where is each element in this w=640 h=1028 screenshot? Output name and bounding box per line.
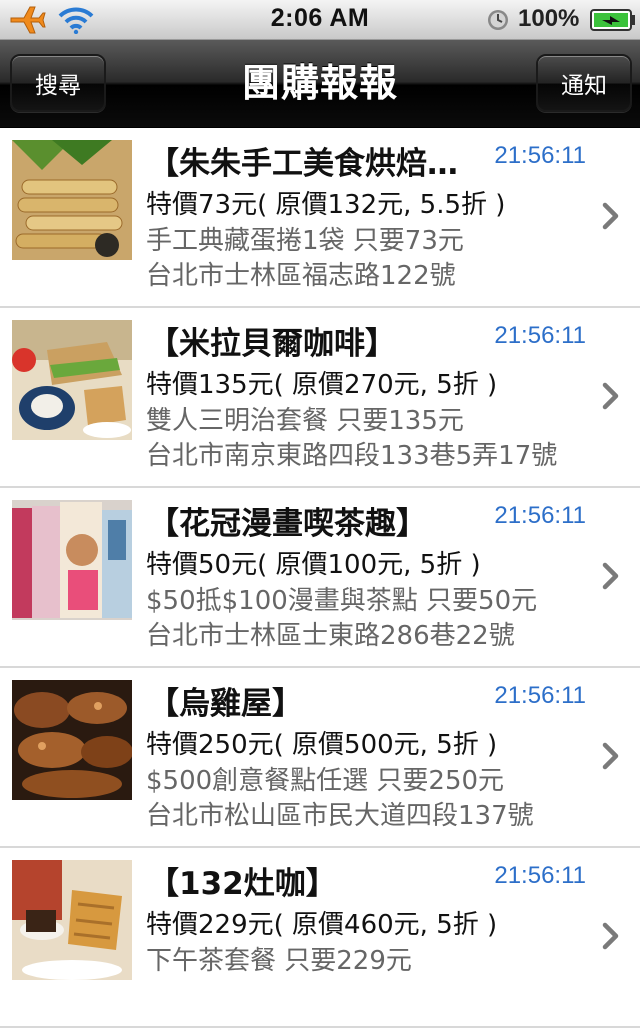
deal-row[interactable]: 【花冠漫畫喫茶趣】 21:56:11 特價50元( 原價100元, 5折 ) $… [0, 488, 640, 668]
deal-time: 21:56:11 [494, 142, 586, 169]
chevron-right-icon [602, 382, 619, 410]
deal-title: 【花冠漫畫喫茶趣】 [148, 506, 427, 542]
navigation-bar: 搜尋 團購報報 通知 [0, 40, 640, 128]
chevron-right-icon [602, 742, 619, 770]
deal-thumbnail [12, 500, 132, 620]
deal-title: 【朱朱手工美食烘焙坊】 [148, 146, 468, 182]
deal-time: 21:56:11 [494, 862, 586, 889]
deal-title: 【132灶咖】 [148, 866, 337, 902]
deal-row[interactable]: 【烏雞屋】 21:56:11 特價250元( 原價500元, 5折 ) $500… [0, 668, 640, 848]
deal-price: 特價50元( 原價100元, 5折 ) [146, 550, 481, 580]
deal-address: 台北市南京東路四段133巷5弄17號 [146, 441, 558, 471]
deal-time: 21:56:11 [494, 502, 586, 529]
deal-time: 21:56:11 [494, 322, 586, 349]
deal-row[interactable]: 【朱朱手工美食烘焙坊】 21:56:11 特價73元( 原價132元, 5.5折… [0, 128, 640, 308]
deal-thumbnail [12, 680, 132, 800]
deal-time: 21:56:11 [494, 682, 586, 709]
deal-price: 特價73元( 原價132元, 5.5折 ) [146, 190, 506, 220]
deal-address: 台北市士林區士東路286巷22號 [146, 621, 515, 651]
deal-thumbnail [12, 320, 132, 440]
alarm-clock-icon [488, 10, 508, 30]
page-title: 團購報報 [241, 61, 398, 105]
chevron-right-icon [602, 922, 619, 950]
deal-description: $500創意餐點任選 只要250元 [146, 766, 505, 796]
deal-row[interactable]: 【米拉貝爾咖啡】 21:56:11 特價135元( 原價270元, 5折 ) 雙… [0, 308, 640, 488]
deal-address: 台北市士林區福志路122號 [146, 261, 456, 291]
chevron-right-icon [602, 562, 619, 590]
deal-description: 雙人三明治套餐 只要135元 [146, 406, 464, 436]
deal-title: 【米拉貝爾咖啡】 [148, 326, 396, 362]
deal-price: 特價250元( 原價500元, 5折 ) [146, 730, 498, 760]
deal-list: 【朱朱手工美食烘焙坊】 21:56:11 特價73元( 原價132元, 5.5折… [0, 128, 640, 1028]
deal-address: 台北市松山區市民大道四段137號 [146, 801, 534, 831]
deal-description: 手工典藏蛋捲1袋 只要73元 [146, 226, 464, 256]
battery-percent: 100% [518, 5, 580, 32]
deal-description: 下午茶套餐 只要229元 [146, 946, 412, 976]
deal-price: 特價229元( 原價460元, 5折 ) [146, 910, 498, 940]
deal-description: $50抵$100漫畫與茶點 只要50元 [146, 586, 538, 616]
chevron-right-icon [602, 202, 619, 230]
battery-charging-icon [590, 9, 635, 31]
deal-thumbnail [12, 860, 132, 980]
notify-button[interactable]: 通知 [536, 54, 632, 112]
deal-title: 【烏雞屋】 [148, 686, 303, 722]
search-button[interactable]: 搜尋 [10, 54, 106, 112]
deal-row[interactable]: 【132灶咖】 21:56:11 特價229元( 原價460元, 5折 ) 下午… [0, 848, 640, 1028]
deal-price: 特價135元( 原價270元, 5折 ) [146, 370, 498, 400]
deal-thumbnail [12, 140, 132, 260]
status-bar: 2:06 AM 100% [0, 0, 640, 40]
